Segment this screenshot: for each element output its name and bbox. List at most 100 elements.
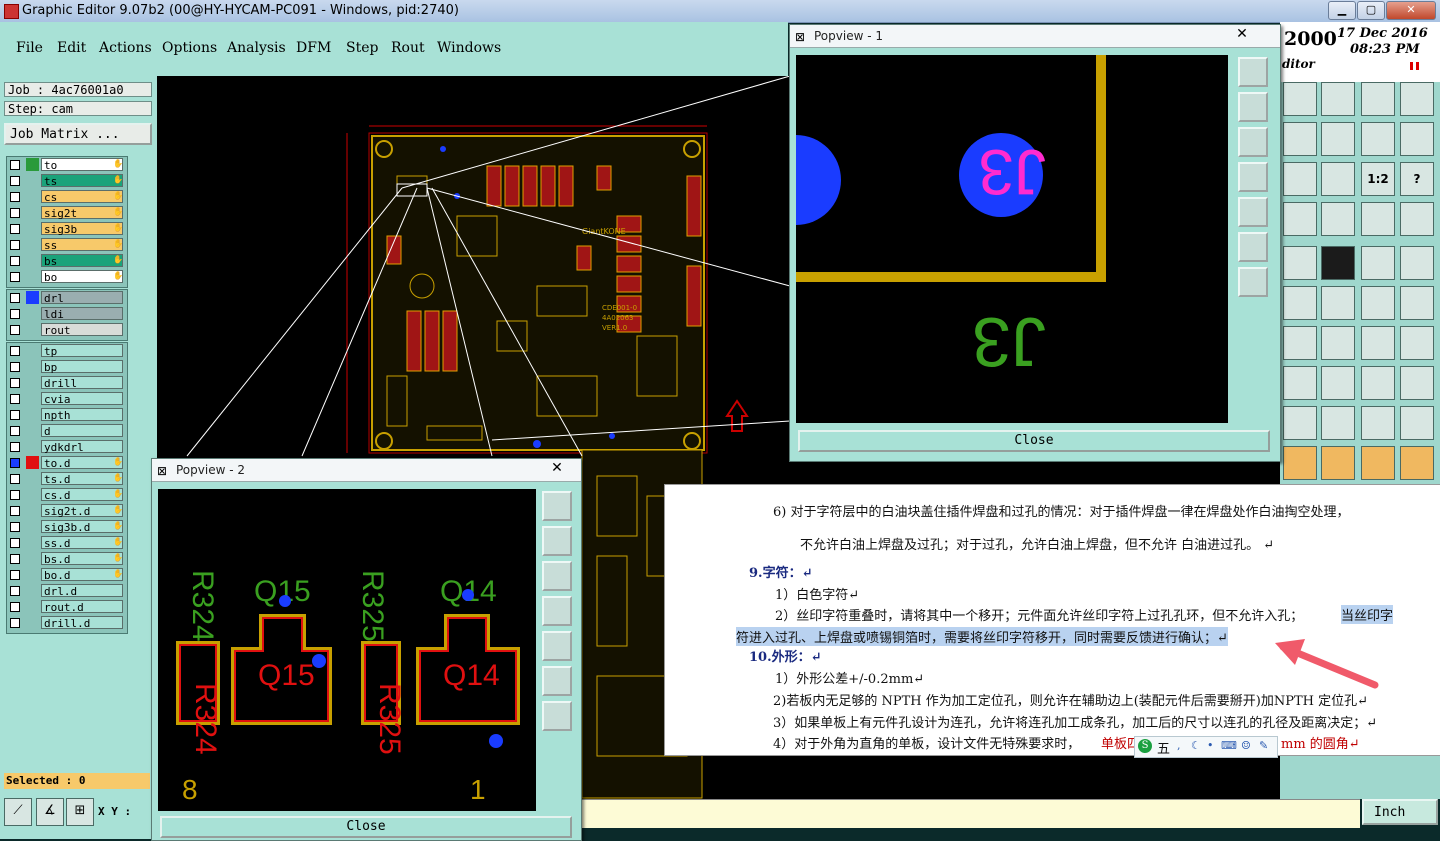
zoom-in-icon[interactable] (542, 666, 572, 696)
cross-icon[interactable] (1321, 286, 1355, 320)
layer-checkbox[interactable] (10, 293, 20, 303)
layer-name[interactable]: to.d (41, 456, 123, 470)
layer-color-swatch[interactable] (26, 222, 39, 235)
layer-checkbox[interactable] (10, 458, 20, 468)
layer-name[interactable]: ydkdrl (41, 440, 123, 454)
layer-row[interactable]: bp (7, 359, 127, 375)
layer-name[interactable]: drill (41, 376, 123, 390)
segment-icon[interactable] (1321, 366, 1355, 400)
pan-down-icon[interactable] (542, 561, 572, 591)
menu-edit[interactable]: Edit (57, 40, 86, 56)
layer-checkbox[interactable] (10, 325, 20, 335)
layer-checkbox[interactable] (10, 522, 20, 532)
layer-row[interactable]: sig3b ✋ (7, 221, 127, 237)
ime-keyboard-icon[interactable]: ⌨ (1221, 739, 1237, 752)
layer-checkbox[interactable] (10, 394, 20, 404)
pan-left-icon[interactable] (1238, 162, 1268, 192)
ruler-icon[interactable] (1361, 246, 1395, 280)
layer-name[interactable]: sig3b (41, 222, 123, 236)
layer-name[interactable]: bo (41, 270, 123, 284)
layer-row[interactable]: npth (7, 407, 127, 423)
pan-left-icon[interactable] (542, 596, 572, 626)
layer-checkbox[interactable] (10, 272, 20, 282)
layer-name[interactable]: bp (41, 360, 123, 374)
popview-1-close-icon[interactable]: ✕ (1220, 26, 1264, 44)
layer-name[interactable]: cs.d (41, 488, 123, 502)
layer-color-swatch[interactable] (26, 270, 39, 283)
layer-checkbox[interactable] (10, 490, 20, 500)
ime-moon-icon[interactable]: ☾ (1191, 739, 1201, 752)
layer-checkbox[interactable] (10, 602, 20, 612)
triangle-up-icon[interactable] (1321, 406, 1355, 440)
redraw-icon[interactable] (1361, 122, 1395, 156)
zoom-fit-icon[interactable] (1283, 82, 1317, 116)
zoom-in-icon[interactable] (1238, 232, 1268, 262)
ime-toolbar[interactable]: S 五 , ☾ • ⌨ ☺ ✎ (1134, 736, 1278, 758)
layer-row[interactable]: sig2t.d ✋ (7, 503, 127, 519)
layer-color-swatch[interactable] (26, 307, 39, 320)
measure-icon[interactable] (1361, 366, 1395, 400)
layer-checkbox[interactable] (10, 586, 20, 596)
layer-checkbox[interactable] (10, 378, 20, 388)
layer-checkbox[interactable] (10, 538, 20, 548)
layer-color-icon[interactable] (1361, 202, 1395, 236)
layer-checkbox[interactable] (10, 618, 20, 628)
layer-name[interactable]: rout.d (41, 600, 123, 614)
home-icon[interactable] (1361, 82, 1395, 116)
line-alt-icon[interactable] (1400, 286, 1434, 320)
layer-color-swatch[interactable] (26, 238, 39, 251)
window-icon[interactable] (1400, 82, 1434, 116)
layer-row[interactable]: ts ✋ (7, 173, 127, 189)
mirror-icon[interactable] (1400, 326, 1434, 360)
ime-mode-label[interactable]: 五 (1157, 738, 1170, 757)
pad-icon[interactable] (1283, 246, 1317, 280)
zoom-in-icon[interactable] (1321, 82, 1355, 116)
pan-right-icon[interactable] (1238, 197, 1268, 227)
pan-up-icon[interactable] (1238, 92, 1268, 122)
menu-dfm[interactable]: DFM (296, 40, 331, 56)
select-zone-icon[interactable] (1361, 446, 1395, 480)
layer-checkbox[interactable] (10, 442, 20, 452)
ime-settings-icon[interactable]: ✎ (1259, 739, 1268, 752)
layer-row[interactable]: bo.d ✋ (7, 567, 127, 583)
scale-icon[interactable]: 1:2 (1361, 162, 1395, 196)
popview-1-close-button[interactable]: Close (798, 430, 1270, 452)
triangle-in-icon[interactable] (1361, 406, 1395, 440)
zoom-icon[interactable] (1238, 57, 1268, 87)
layer-row[interactable]: bs ✋ (7, 253, 127, 269)
triangle-split-icon[interactable] (1400, 406, 1434, 440)
layer-row[interactable]: tp (7, 343, 127, 359)
pan-right-icon[interactable] (1321, 122, 1355, 156)
layer-name[interactable]: cvia (41, 392, 123, 406)
layer-checkbox[interactable] (10, 160, 20, 170)
layer-row[interactable]: drl.d (7, 583, 127, 599)
layer-row[interactable]: sig2t ✋ (7, 205, 127, 221)
ime-punct-icon[interactable]: , (1177, 739, 1181, 752)
layer-color-swatch[interactable] (26, 291, 39, 304)
arc-icon[interactable] (1361, 326, 1395, 360)
fit-board-icon[interactable] (1283, 162, 1317, 196)
zoom-out-icon[interactable] (1238, 267, 1268, 297)
layer-name[interactable]: sig2t (41, 206, 123, 220)
menu-step[interactable]: Step (346, 40, 378, 56)
layer-row[interactable]: to ✋ (7, 157, 127, 173)
layer-name[interactable]: rout (41, 323, 123, 337)
layer-name[interactable]: drill.d (41, 616, 123, 630)
layer-checkbox[interactable] (10, 309, 20, 319)
popview-2-close-button[interactable]: Close (160, 816, 572, 838)
pan-up-icon[interactable] (542, 526, 572, 556)
menu-options[interactable]: Options (162, 40, 217, 56)
polygon-icon[interactable] (1321, 246, 1355, 280)
layer-row[interactable]: sig3b.d ✋ (7, 519, 127, 535)
layer-toggle-icon[interactable] (1400, 202, 1434, 236)
menu-analysis[interactable]: Analysis (227, 40, 286, 56)
menu-windows[interactable]: Windows (437, 40, 501, 56)
layer-name[interactable]: tp (41, 344, 123, 358)
layer-checkbox[interactable] (10, 426, 20, 436)
layer-name[interactable]: ts (41, 174, 123, 188)
triangle-icon[interactable] (1283, 406, 1317, 440)
select-net-icon[interactable] (1400, 446, 1434, 480)
layer-row[interactable]: ldi (7, 306, 127, 322)
layer-row[interactable]: drill (7, 375, 127, 391)
node-icon[interactable] (1283, 366, 1317, 400)
